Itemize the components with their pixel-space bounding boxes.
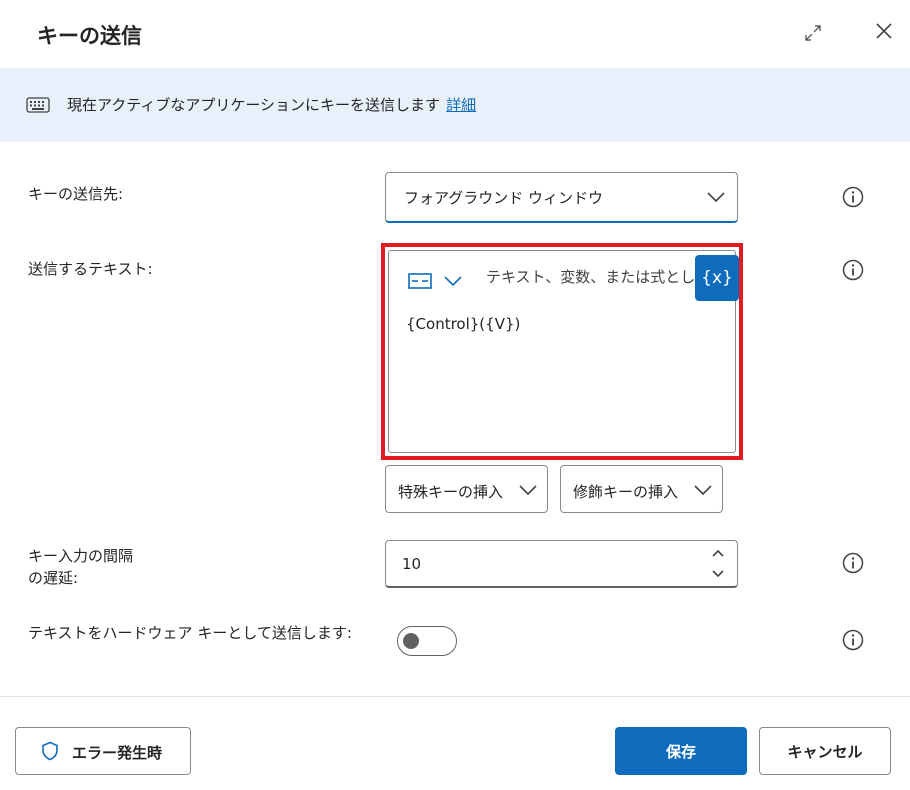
insert-variable-button[interactable]: {x} (695, 255, 739, 301)
target-select-value: フォアグラウンド ウィンドウ (404, 189, 604, 207)
insert-modifier-key-button[interactable]: 修飾キーの挿入 (560, 465, 723, 513)
delay-label: キー入力の間隔 の遅延: (28, 545, 133, 589)
on-error-button[interactable]: エラー発生時 (15, 727, 191, 775)
text-label: 送信するテキスト: (28, 260, 153, 278)
insert-modifier-key-label: 修飾キーの挿入 (573, 483, 679, 501)
delay-input[interactable]: 10 (385, 540, 738, 588)
shield-icon (42, 741, 58, 761)
target-label: キーの送信先: (28, 185, 124, 203)
cancel-button[interactable]: キャンセル (759, 727, 891, 775)
keyboard-icon (26, 97, 50, 113)
chevron-down-icon (694, 485, 712, 496)
chevron-down-icon (707, 192, 725, 203)
text-value: {Control}({V}) (406, 315, 521, 333)
expand-icon[interactable] (804, 24, 822, 42)
chevron-up-icon[interactable] (711, 548, 725, 558)
info-icon[interactable] (842, 259, 864, 281)
banner-text: 現在アクティブなアプリケーションにキーを送信します 詳細 (67, 94, 476, 115)
chevron-down-icon[interactable] (711, 569, 725, 579)
save-button[interactable]: 保存 (615, 727, 747, 775)
banner-description: 現在アクティブなアプリケーションにキーを送信します (67, 96, 441, 114)
toggle-knob (403, 633, 419, 649)
text-placeholder: テキスト、変数、または式として (486, 268, 696, 286)
target-select[interactable]: フォアグラウンド ウィンドウ (385, 172, 738, 223)
chevron-down-icon[interactable] (444, 275, 462, 287)
dialog-title: キーの送信 (37, 24, 142, 48)
text-input-highlight: テキスト、変数、または式として {x} {Control}({V}) (381, 243, 743, 460)
hardware-keys-toggle[interactable] (397, 626, 457, 656)
info-icon[interactable] (842, 186, 864, 208)
delay-label-line2: の遅延: (28, 569, 79, 587)
details-link[interactable]: 詳細 (446, 96, 476, 114)
hardware-keys-label: テキストをハードウェア キーとして送信します: (28, 624, 352, 642)
delay-label-line1: キー入力の間隔 (28, 547, 134, 565)
text-mode-icon[interactable] (408, 273, 432, 289)
insert-special-key-label: 特殊キーの挿入 (398, 483, 504, 501)
delay-value: 10 (402, 555, 422, 573)
text-input[interactable]: テキスト、変数、または式として {x} {Control}({V}) (388, 250, 739, 453)
info-icon[interactable] (842, 552, 864, 574)
info-icon[interactable] (842, 629, 864, 651)
close-icon[interactable] (874, 21, 894, 41)
chevron-down-icon (519, 485, 537, 496)
footer-divider (0, 696, 910, 697)
insert-special-key-button[interactable]: 特殊キーの挿入 (385, 465, 548, 513)
on-error-label: エラー発生時 (72, 744, 163, 762)
